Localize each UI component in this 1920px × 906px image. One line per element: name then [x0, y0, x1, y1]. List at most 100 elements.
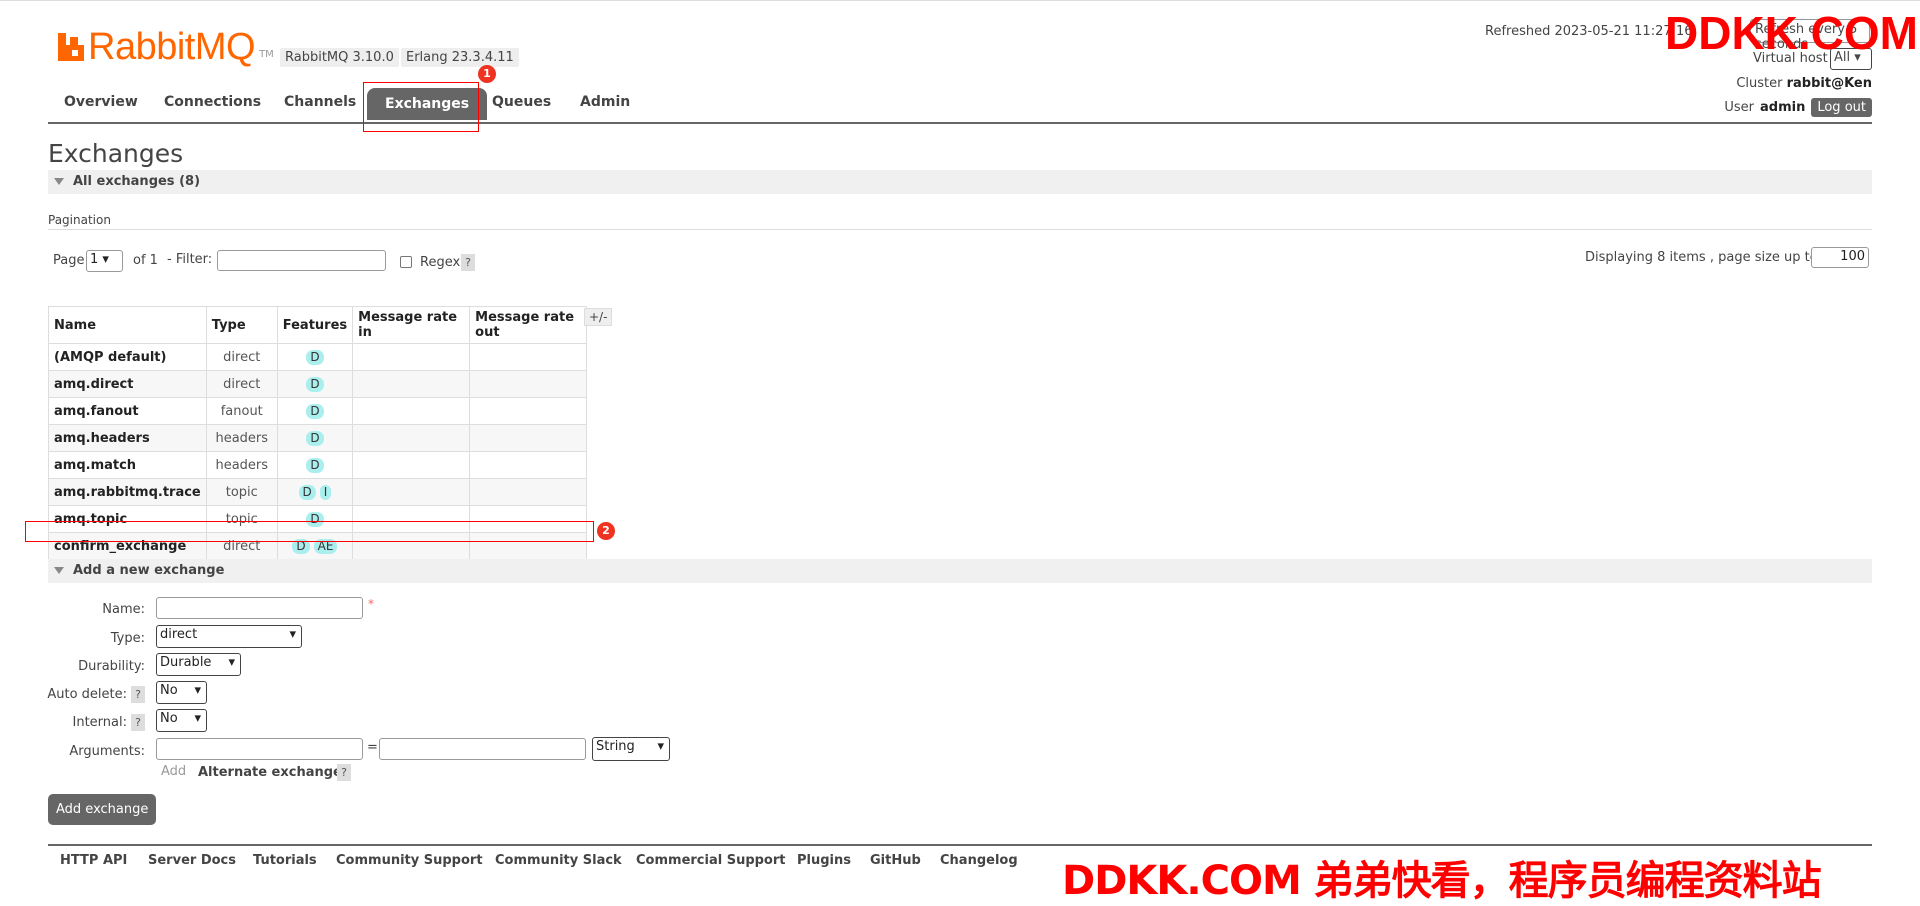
pagination-divider	[48, 229, 1872, 230]
watermark-top: DDKK.COM	[1665, 7, 1918, 59]
pagination-label: Pagination	[48, 213, 111, 227]
top-border	[0, 0, 1920, 5]
column-header-features[interactable]: Features	[276, 306, 354, 344]
add-exchange-section-header[interactable]: Add a new exchange	[48, 559, 1872, 583]
feature-internal-badge: I	[319, 484, 332, 500]
footer-link-plugins[interactable]: Plugins	[797, 853, 851, 868]
collapse-triangle-icon	[54, 178, 64, 185]
rate-out-cell	[469, 424, 588, 452]
footer-link-changelog[interactable]: Changelog	[940, 853, 1018, 868]
internal-label: Internal:	[72, 715, 127, 730]
table-row[interactable]: amq.match headers D	[48, 451, 588, 479]
exchange-type: headers	[205, 451, 278, 479]
rate-in-cell	[352, 397, 471, 425]
feature-durable-badge: D	[306, 376, 324, 392]
annotation-marker-1: 1	[478, 65, 496, 83]
page-title: Exchanges	[48, 139, 184, 168]
footer-link-http-api[interactable]: HTTP API	[60, 853, 127, 868]
alternate-exchange-help-icon[interactable]: ?	[337, 764, 351, 781]
table-row[interactable]: amq.direct direct D	[48, 370, 588, 398]
feature-durable-badge: D	[306, 349, 324, 365]
all-exchanges-section-header[interactable]: All exchanges (8)	[48, 170, 1872, 194]
feature-durable-badge: D	[298, 484, 316, 500]
argument-value-input[interactable]	[379, 738, 586, 760]
rate-in-cell	[352, 424, 471, 452]
filter-input[interactable]	[217, 250, 386, 271]
exchange-features: D	[276, 397, 354, 425]
table-row[interactable]: amq.rabbitmq.trace topic DI	[48, 478, 588, 506]
rate-in-cell	[352, 370, 471, 398]
tab-connections[interactable]: Connections	[164, 94, 261, 110]
argument-key-input[interactable]	[156, 738, 363, 760]
tab-channels[interactable]: Channels	[284, 94, 356, 110]
tab-admin[interactable]: Admin	[580, 94, 630, 110]
chevron-down-icon: ▾	[289, 627, 296, 642]
add-exchange-button[interactable]: Add exchange	[48, 794, 157, 825]
chevron-down-icon: ▾	[228, 655, 235, 670]
erlang-version-badge: Erlang 23.3.4.11	[401, 48, 519, 67]
internal-help-icon[interactable]: ?	[131, 714, 145, 731]
footer-link-commercial-support[interactable]: Commercial Support	[636, 853, 786, 868]
all-exchanges-title: All exchanges (8)	[73, 174, 201, 189]
rate-out-cell	[469, 397, 588, 425]
auto-delete-help-icon[interactable]: ?	[131, 686, 145, 703]
regex-help-icon[interactable]: ?	[461, 254, 475, 271]
footer-link-server-docs[interactable]: Server Docs	[148, 853, 236, 868]
footer-link-tutorials[interactable]: Tutorials	[253, 853, 317, 868]
exchange-type-select[interactable]: direct ▾	[156, 625, 302, 648]
table-row[interactable]: (AMQP default) direct D	[48, 343, 588, 371]
exchange-features: D	[276, 343, 354, 371]
table-row[interactable]: amq.headers headers D	[48, 424, 588, 452]
exchange-name-link[interactable]: amq.rabbitmq.trace	[48, 478, 207, 506]
exchange-name-link[interactable]: amq.direct	[48, 370, 207, 398]
rate-out-cell	[469, 370, 588, 398]
exchange-type: topic	[205, 478, 278, 506]
equals-sign: =	[367, 740, 378, 755]
argument-type-select[interactable]: String ▾	[592, 737, 670, 761]
internal-select[interactable]: No ▾	[156, 709, 207, 732]
tab-overview[interactable]: Overview	[64, 94, 138, 110]
exchange-name-input[interactable]	[156, 597, 363, 619]
exchange-name-link[interactable]: (AMQP default)	[48, 343, 207, 371]
toggle-columns-button[interactable]: +/-	[584, 308, 613, 326]
table-row[interactable]: amq.fanout fanout D	[48, 397, 588, 425]
add-exchange-title: Add a new exchange	[73, 563, 225, 578]
regex-checkbox[interactable]	[400, 256, 412, 268]
annotation-marker-2: 2	[597, 522, 615, 540]
durability-select[interactable]: Durable ▾	[156, 653, 241, 676]
footer-link-github[interactable]: GitHub	[870, 853, 921, 868]
rate-out-cell	[469, 343, 588, 371]
exchange-name-link[interactable]: amq.headers	[48, 424, 207, 452]
exchange-features: D	[276, 424, 354, 452]
chevron-down-icon: ▾	[194, 683, 201, 698]
footer-link-community-support[interactable]: Community Support	[336, 853, 483, 868]
footer-link-community-slack[interactable]: Community Slack	[495, 853, 622, 868]
rabbitmq-logo-icon	[58, 33, 84, 61]
durability-label: Durability:	[78, 659, 145, 674]
column-header-rate-in[interactable]: Message rate in	[352, 306, 471, 344]
footer-divider	[48, 844, 1872, 846]
column-header-rate-out[interactable]: Message rate out	[469, 306, 588, 344]
exchange-name-link[interactable]: amq.fanout	[48, 397, 207, 425]
rate-in-cell	[352, 343, 471, 371]
name-label: Name:	[102, 602, 145, 617]
page-size-input[interactable]: 100	[1811, 247, 1869, 268]
column-header-name[interactable]: Name	[48, 306, 207, 344]
annotation-box-2	[25, 521, 594, 542]
feature-durable-badge: D	[306, 430, 324, 446]
page-select[interactable]: 1 ▾	[86, 250, 123, 272]
table-header-row: Name Type Features Message rate in Messa…	[48, 306, 588, 344]
auto-delete-value: No	[160, 683, 178, 698]
page-of-label: of 1	[133, 253, 158, 268]
exchange-name-link[interactable]: amq.match	[48, 451, 207, 479]
rabbitmq-logo[interactable]: RabbitMQ TM	[58, 26, 274, 68]
tab-queues[interactable]: Queues	[492, 94, 551, 110]
main-tabs: Overview Connections Channels Exchanges …	[48, 86, 1872, 124]
alternate-exchange-link[interactable]: Alternate exchange	[198, 765, 342, 780]
logo-tm: TM	[259, 49, 274, 60]
column-header-type[interactable]: Type	[205, 306, 278, 344]
auto-delete-select[interactable]: No ▾	[156, 681, 207, 704]
page-label: Page	[53, 253, 85, 268]
regex-label: Regex	[420, 255, 461, 270]
page-select-value: 1	[90, 252, 99, 267]
